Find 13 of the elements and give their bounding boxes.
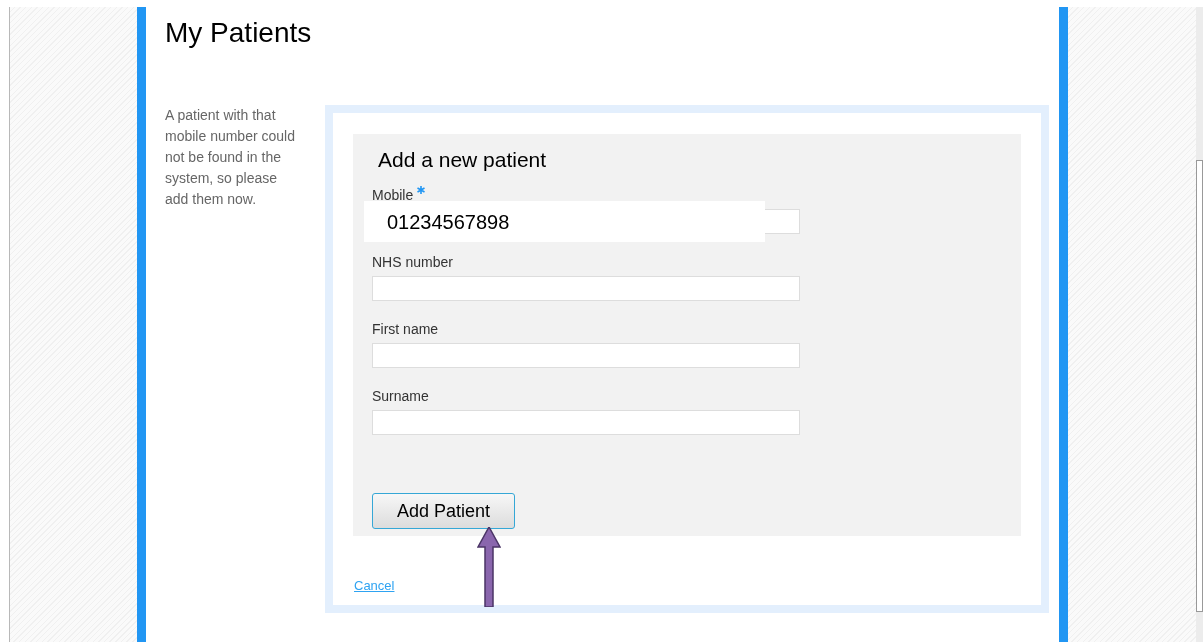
add-patient-button[interactable]: Add Patient (372, 493, 515, 529)
field-label: NHS number (372, 253, 453, 272)
input-field[interactable] (765, 209, 800, 234)
form-title: Add a new patient (378, 147, 548, 173)
input-field[interactable] (372, 276, 800, 301)
input-field[interactable] (372, 343, 800, 368)
scrollbar[interactable] (1196, 7, 1203, 642)
field-label: First name (372, 320, 439, 339)
page-title: My Patients (165, 16, 312, 50)
field-value: 01234567898 (364, 201, 765, 242)
input-field[interactable] (372, 410, 800, 435)
notice-text: A patient with that mobile number could not be found in the system, so please add them now. (165, 106, 296, 209)
field-label: Surname (372, 387, 429, 406)
